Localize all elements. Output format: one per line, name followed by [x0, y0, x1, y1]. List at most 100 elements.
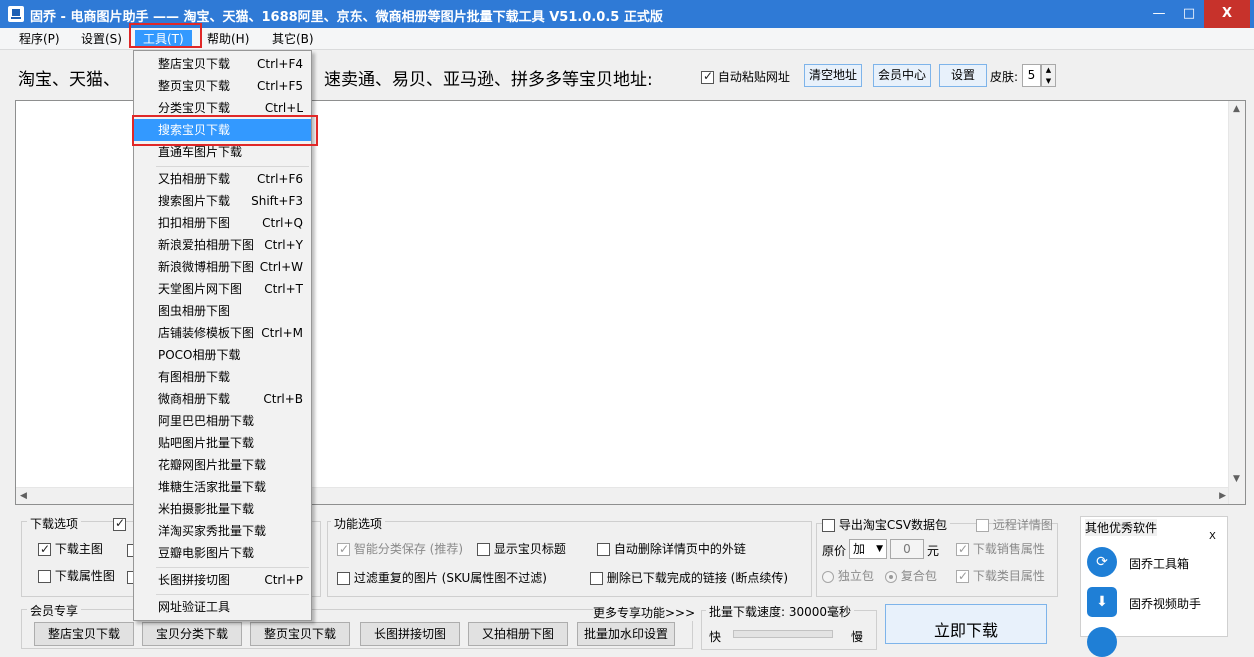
toolbox-icon: ⟳ — [1087, 547, 1117, 577]
filter-duplicates-option[interactable]: 过滤重复的图片 (SKU属性图不过滤) — [337, 570, 547, 586]
member-youpai-button[interactable]: 又拍相册下图 — [468, 622, 568, 646]
url-prompt-left: 淘宝、天猫、 — [18, 70, 120, 90]
scroll-up-icon[interactable]: ▲ — [1233, 104, 1240, 114]
member-long-image-button[interactable]: 长图拼接切图 — [360, 622, 460, 646]
member-category-download-button[interactable]: 宝贝分类下载 — [142, 622, 242, 646]
delete-done-links-checkbox[interactable] — [590, 572, 603, 585]
more-software-icon[interactable] — [1087, 627, 1117, 657]
download-attr-image-option[interactable]: 下载属性图 — [38, 568, 115, 584]
member-center-button[interactable]: 会员中心 — [873, 64, 931, 87]
menu-item-sina-weibo[interactable]: 新浪微博相册下图 Ctrl+W — [134, 256, 311, 278]
window-title: 固乔 - 电商图片助手 —— 淘宝、天猫、1688阿里、京东、微商相册等图片批量… — [30, 10, 663, 25]
menu-item-tieba[interactable]: 贴吧图片批量下载 — [134, 432, 311, 454]
more-features-link[interactable]: 更多专享功能>>> — [593, 604, 696, 621]
chevron-down-icon: ▼ — [876, 544, 883, 554]
menu-item-youpai-download[interactable]: 又拍相册下载 Ctrl+F6 — [134, 168, 311, 190]
side-item-video-helper[interactable]: ⬇ 固乔视频助手 — [1087, 585, 1223, 619]
menu-item-shop-template[interactable]: 店铺装修模板下图 Ctrl+M — [134, 322, 311, 344]
compound-pack-option[interactable]: 复合包 — [885, 568, 937, 584]
auto-paste-checkbox[interactable] — [701, 69, 714, 84]
menu-item-tuchong[interactable]: 图虫相册下图 — [134, 300, 311, 322]
minimize-button[interactable]: — — [1144, 0, 1174, 28]
smart-save-option[interactable]: 智能分类保存 (推荐) — [337, 541, 463, 557]
close-button[interactable]: X — [1204, 0, 1250, 28]
remote-detail-checkbox[interactable] — [976, 519, 989, 532]
price-operation-select[interactable]: 加 ▼ — [849, 539, 887, 559]
download-options-title: 下载选项 — [27, 515, 82, 532]
menu-item-search-image-download[interactable]: 搜索图片下载 Shift+F3 — [134, 190, 311, 212]
scroll-right-icon[interactable]: ▶ — [1219, 491, 1226, 501]
menu-item-ivsky[interactable]: 天堂图片网下图 Ctrl+T — [134, 278, 311, 300]
url-prompt-right: 速卖通、易贝、亚马逊、拼多多等宝贝地址: — [324, 70, 653, 90]
skin-spinner[interactable]: ▲ ▼ — [1041, 64, 1056, 87]
export-csv-option[interactable]: 导出淘宝CSV数据包 — [822, 517, 951, 533]
remote-detail-option[interactable]: 远程详情图 — [976, 517, 1053, 533]
filter-duplicates-checkbox[interactable] — [337, 572, 350, 585]
download-attr-image-checkbox[interactable] — [38, 570, 51, 583]
clear-address-button[interactable]: 清空地址 — [804, 64, 862, 87]
menu-item-url-validator[interactable]: 网址验证工具 — [134, 596, 311, 618]
menu-item-qq-album[interactable]: 扣扣相册下图 Ctrl+Q — [134, 212, 311, 234]
download-option-checkbox-partial[interactable] — [113, 516, 126, 531]
auto-delete-links-checkbox[interactable] — [597, 543, 610, 556]
menu-item-page-download[interactable]: 整页宝贝下载 Ctrl+F5 — [134, 75, 311, 97]
menu-item-huaban[interactable]: 花瓣网图片批量下载 — [134, 454, 311, 476]
menu-settings[interactable]: 设置(S) — [73, 30, 130, 48]
menu-program[interactable]: 程序(P) — [11, 30, 68, 48]
download-sales-attr-label: 下载销售属性 — [972, 542, 1045, 556]
download-attr-image-label: 下载属性图 — [54, 569, 115, 583]
maximize-button[interactable]: □ — [1174, 0, 1204, 28]
menu-item-douban[interactable]: 豆瓣电影图片下载 — [134, 542, 311, 564]
download-category-attr-checkbox[interactable] — [956, 568, 969, 584]
download-main-image-checkbox[interactable] — [38, 541, 51, 557]
scroll-left-icon[interactable]: ◀ — [20, 491, 27, 501]
compound-pack-radio[interactable] — [885, 570, 897, 583]
menu-item-mipai[interactable]: 米拍摄影批量下载 — [134, 498, 311, 520]
menu-item-duitang[interactable]: 堆糖生活家批量下载 — [134, 476, 311, 498]
member-shop-download-button[interactable]: 整店宝贝下载 — [34, 622, 134, 646]
download-category-attr-label: 下载类目属性 — [972, 569, 1045, 583]
auto-paste-label: 自动粘贴网址 — [717, 70, 790, 84]
auto-paste-option[interactable]: 自动粘贴网址 — [701, 68, 790, 85]
export-csv-checkbox[interactable] — [822, 519, 835, 532]
standalone-pack-option[interactable]: 独立包 — [822, 568, 874, 584]
menu-help[interactable]: 帮助(H) — [199, 30, 257, 48]
download-main-image-option[interactable]: 下载主图 — [38, 541, 103, 557]
side-item-toolbox[interactable]: ⟳ 固乔工具箱 — [1087, 545, 1223, 579]
delete-done-links-option[interactable]: 删除已下载完成的链接 (断点续传) — [590, 570, 788, 586]
highlight-box-tools-menu — [129, 23, 202, 48]
download-sales-attr-option[interactable]: 下载销售属性 — [956, 541, 1045, 557]
show-title-option[interactable]: 显示宝贝标题 — [477, 541, 566, 557]
skin-value-input[interactable]: 5 — [1022, 64, 1041, 87]
member-page-download-button[interactable]: 整页宝贝下载 — [250, 622, 350, 646]
side-panel-close-icon[interactable]: X — [1209, 531, 1216, 542]
menu-item-yangtao[interactable]: 洋淘买家秀批量下载 — [134, 520, 311, 542]
menu-separator — [156, 166, 309, 167]
other-software-title: 其他优秀软件 — [1085, 519, 1158, 536]
member-watermark-button[interactable]: 批量加水印设置 — [577, 622, 675, 646]
smart-save-checkbox[interactable] — [337, 541, 350, 557]
download-sales-attr-checkbox[interactable] — [956, 541, 969, 557]
scroll-down-icon[interactable]: ▼ — [1233, 474, 1240, 484]
member-exclusive-title: 会员专享 — [27, 602, 82, 619]
video-download-icon: ⬇ — [1087, 587, 1117, 617]
menu-item-alibaba[interactable]: 阿里巴巴相册下载 — [134, 410, 311, 432]
standalone-pack-radio[interactable] — [822, 570, 834, 583]
price-value-input[interactable]: 0 — [890, 539, 924, 559]
menu-item-shop-download[interactable]: 整店宝贝下载 Ctrl+F4 — [134, 53, 311, 75]
auto-delete-links-option[interactable]: 自动删除详情页中的外链 — [597, 541, 746, 557]
highlight-box-search-download — [132, 115, 318, 146]
menu-item-poco[interactable]: POCO相册下载 — [134, 344, 311, 366]
show-title-checkbox[interactable] — [477, 543, 490, 556]
vertical-scrollbar[interactable]: ▲ ▼ — [1228, 101, 1245, 504]
menu-item-sina-aipai[interactable]: 新浪爱拍相册下图 Ctrl+Y — [134, 234, 311, 256]
side-item-video-helper-label: 固乔视频助手 — [1129, 597, 1202, 611]
smart-save-label: 智能分类保存 (推荐) — [353, 542, 464, 556]
settings-button[interactable]: 设置 — [939, 64, 987, 87]
download-category-attr-option[interactable]: 下载类目属性 — [956, 568, 1045, 584]
menu-other[interactable]: 其它(B) — [264, 30, 322, 48]
menu-item-weishang[interactable]: 微商相册下载 Ctrl+B — [134, 388, 311, 410]
menu-item-long-image[interactable]: 长图拼接切图 Ctrl+P — [134, 569, 311, 591]
menu-item-youtu[interactable]: 有图相册下载 — [134, 366, 311, 388]
download-now-button[interactable]: 立即下载 — [885, 604, 1047, 644]
